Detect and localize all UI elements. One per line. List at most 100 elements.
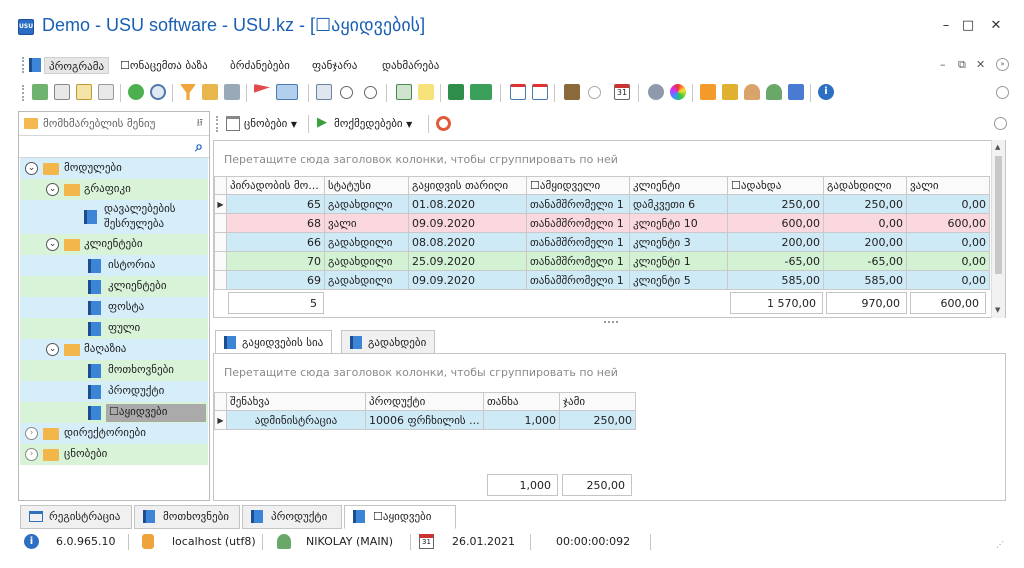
filter-icon[interactable]	[180, 84, 196, 100]
excel-dropdown-icon[interactable]	[470, 84, 492, 100]
add-row-icon[interactable]	[396, 84, 412, 100]
collapse-icon[interactable]: ⌄	[46, 183, 59, 196]
module-toolbar-grip[interactable]	[216, 116, 218, 132]
scroll-up-icon[interactable]: ▲	[995, 143, 1000, 151]
tree-item-sales[interactable]: ☐აყიდვები	[20, 402, 208, 423]
table-row[interactable]: 68 ვალი 09.09.2020 თანამშრომელი 1 კლიენტ…	[214, 213, 990, 233]
reports-dropdown[interactable]: ცნობები ▼	[244, 115, 297, 133]
scroll-thumb[interactable]	[995, 156, 1002, 274]
column-header[interactable]: ჯამი	[559, 392, 636, 411]
new-window-icon[interactable]	[510, 84, 526, 100]
scroll-down-icon[interactable]: ▼	[995, 306, 1000, 314]
rss-icon[interactable]	[700, 84, 716, 100]
users-icon[interactable]	[766, 84, 782, 100]
tree-item-history[interactable]: ისტორია	[20, 255, 208, 276]
tree-item-mail[interactable]: ფოსტა	[20, 297, 208, 318]
column-header[interactable]: სტატუსი	[324, 176, 409, 195]
column-header[interactable]: ☐ამყიდველი	[526, 176, 630, 195]
user-menu-search[interactable]: ⌕	[19, 136, 209, 158]
menu-help[interactable]: დახმარება	[378, 57, 443, 74]
doc-tab-registration[interactable]: რეგისტრაცია	[20, 505, 132, 529]
orders-scrollbar[interactable]: ▲ ▼	[991, 140, 1005, 318]
doc-tab-products[interactable]: პროდუქტი	[242, 505, 342, 529]
delete-icon[interactable]	[98, 84, 114, 100]
toolbar-grip[interactable]	[22, 85, 24, 101]
menu-database[interactable]: ☐ონაცემთა ბაზა	[116, 57, 212, 74]
menu-grip[interactable]	[22, 57, 24, 73]
info-icon[interactable]: i	[818, 84, 834, 100]
history-icon[interactable]	[436, 116, 451, 131]
menu-program[interactable]: პროგრამა	[44, 57, 110, 74]
tree-item-requests[interactable]: მოთხოვნები	[20, 360, 208, 381]
collapse-icon[interactable]: ⌄	[25, 162, 38, 175]
tree-item-clients-folder[interactable]: ⌄ კლიენტები	[20, 234, 208, 255]
lock-icon[interactable]	[722, 84, 738, 100]
table-row[interactable]: 66 გადახდილი 08.08.2020 თანამშრომელი 1 კ…	[214, 232, 990, 252]
column-header[interactable]: თანხა	[483, 392, 560, 411]
column-header[interactable]: შენახვა	[226, 392, 366, 411]
doc-tab-sales[interactable]: ☐აყიდვები	[344, 505, 456, 529]
pin-tool-icon[interactable]	[788, 84, 804, 100]
settings-gear-icon[interactable]	[648, 84, 664, 100]
toolbar-expand-icon[interactable]	[996, 86, 1009, 99]
collapse-all-icon[interactable]	[364, 86, 377, 99]
tree-item-money[interactable]: ფული	[20, 318, 208, 339]
flag-icon[interactable]	[254, 84, 270, 93]
column-header[interactable]: პირადობის მო...	[226, 176, 325, 195]
forward-icon[interactable]	[588, 86, 601, 99]
tree-item-clients[interactable]: კლიენტები	[20, 276, 208, 297]
panel-splitter[interactable]	[604, 321, 618, 323]
expand-icon[interactable]: ›	[25, 427, 38, 440]
search-icon[interactable]	[150, 84, 166, 100]
tree-item-modules[interactable]: ⌄ მოდულები	[20, 158, 208, 179]
tree-item-reports[interactable]: › ცნობები	[20, 444, 208, 465]
maximize-button[interactable]: □	[958, 18, 978, 34]
doc-tab-requests[interactable]: მოთხოვნები	[134, 505, 240, 529]
menu-expand-icon[interactable]: »	[996, 58, 1009, 71]
copy-icon[interactable]	[54, 84, 70, 100]
excel-export-icon[interactable]	[448, 84, 464, 100]
module-toolbar-expand-icon[interactable]	[994, 117, 1007, 130]
filter-clear-icon[interactable]	[202, 84, 218, 100]
image-dropdown-icon[interactable]	[276, 84, 298, 100]
tree-item-charts[interactable]: ⌄ გრაფიკი	[20, 179, 208, 200]
refresh-icon[interactable]	[32, 84, 48, 100]
menu-window[interactable]: ფანჯარა	[308, 57, 361, 74]
expand-all-icon[interactable]	[340, 86, 353, 99]
tab-sales-list[interactable]: გაყიდვების სია	[215, 330, 333, 355]
edit-icon[interactable]	[76, 84, 92, 100]
grid-columns-icon[interactable]	[316, 84, 332, 100]
pin-icon[interactable]: ⭿	[197, 116, 203, 133]
column-header[interactable]: პროდუქტი	[365, 392, 484, 411]
table-row[interactable]: 70 გადახდილი 25.09.2020 თანამშრომელი 1 კ…	[214, 251, 990, 271]
column-header[interactable]: კლიენტი	[629, 176, 728, 195]
tree-item-products[interactable]: პროდუქტი	[20, 381, 208, 402]
table-row[interactable]: ▶ ადმინისტრაცია 10006 ფრჩხილის ... 1,000…	[214, 410, 636, 430]
column-header[interactable]: გაყიდვის თარიღი	[408, 176, 527, 195]
table-row[interactable]: ▶ 65 გადახდილი 01.08.2020 თანამშრომელი 1…	[214, 194, 990, 214]
column-header[interactable]: ☐ადახდა	[727, 176, 824, 195]
tree-item-store[interactable]: ⌄ მაღაზია	[20, 339, 208, 360]
close-button[interactable]: ✕	[986, 18, 1006, 34]
collapse-icon[interactable]: ⌄	[46, 343, 59, 356]
mdi-restore-button[interactable]: ⧉	[958, 58, 966, 72]
close-window-icon[interactable]	[532, 84, 548, 100]
note-icon[interactable]	[418, 84, 434, 100]
mdi-close-button[interactable]: ✕	[976, 58, 985, 71]
color-palette-icon[interactable]	[670, 84, 686, 100]
user-key-icon[interactable]	[744, 84, 760, 100]
calendar-icon[interactable]: 31	[614, 84, 630, 100]
tree-item-directories[interactable]: › დირექტორიები	[20, 423, 208, 444]
search-icon[interactable]: ⌕	[195, 139, 203, 155]
tab-payments[interactable]: გადახდები	[341, 330, 436, 354]
tree-item-task-completion[interactable]: დავალებების შესრულება	[20, 200, 208, 234]
resize-grip-icon[interactable]: ⋰	[996, 540, 1004, 549]
table-row[interactable]: 69 გადახდილი 09.09.2020 თანამშრომელი 1 კ…	[214, 270, 990, 290]
menu-commands[interactable]: ბრძანებები	[226, 57, 294, 74]
filter-settings-icon[interactable]	[224, 84, 240, 100]
expand-icon[interactable]: ›	[25, 448, 38, 461]
exit-icon[interactable]	[564, 84, 580, 100]
minimize-button[interactable]: –	[936, 18, 956, 34]
actions-dropdown[interactable]: მოქმედებები ▼	[334, 115, 412, 133]
column-header[interactable]: გადახდილი	[823, 176, 907, 195]
